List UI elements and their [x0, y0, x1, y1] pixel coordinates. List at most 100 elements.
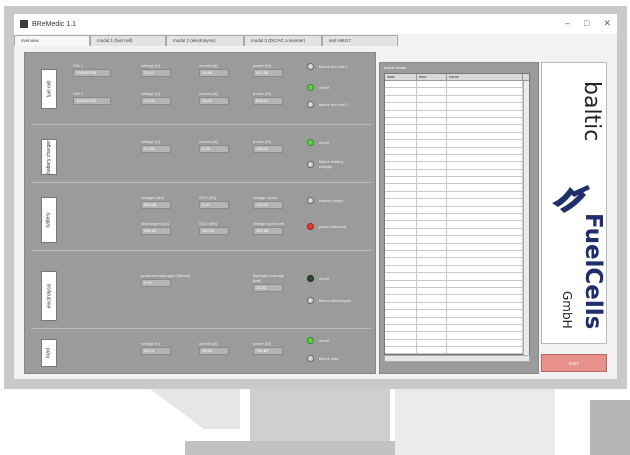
- fc2-current-value: 18,00: [199, 97, 229, 105]
- battery-soc-ah-label: SOC [Ah]: [199, 195, 216, 200]
- sn1-value: 100269759: [73, 69, 111, 77]
- minimize-button[interactable]: –: [565, 18, 570, 29]
- event-cell: [417, 317, 447, 324]
- event-row[interactable]: [385, 117, 529, 126]
- battery-soc-wh-label: SOC [Wh]: [199, 221, 218, 226]
- event-row[interactable]: [385, 110, 529, 118]
- column-date[interactable]: date: [385, 74, 417, 80]
- battery-cycles-left: charge cycles left 187,00: [253, 221, 284, 235]
- event-row[interactable]: [385, 132, 529, 141]
- event-table-horizontal-scrollbar[interactable]: [384, 355, 530, 362]
- event-cell: [385, 95, 417, 103]
- event-cell: [385, 317, 417, 324]
- battery-discharged-label: discharged [Ah]: [141, 221, 169, 226]
- section-battery: battery charged [Ah] 560,48 SOC [Ah] 4,2…: [31, 191, 371, 251]
- indicator-power-blackout: power blackout: [307, 223, 349, 230]
- event-row[interactable]: [385, 339, 529, 348]
- label-battery-empty: battery empty: [319, 198, 344, 203]
- overview-panel: fuel cell S/N 1 100269759 voltage [V] 26…: [24, 52, 376, 374]
- event-row[interactable]: [385, 258, 529, 266]
- tab-test-hmi[interactable]: test HMI17: [322, 35, 398, 46]
- electrolysis-h2-label: produced hydrogen [Nl/min]: [141, 273, 191, 278]
- event-row[interactable]: [385, 324, 529, 333]
- fc1-voltage: voltage [V] 26,41: [141, 63, 171, 77]
- fc1-power-value: 511,39: [253, 69, 283, 77]
- battery-cycles-left-value: 187,00: [253, 227, 283, 235]
- tab-modul-3[interactable]: modul 3 (DC/AC converter): [244, 35, 322, 46]
- event-row[interactable]: [385, 302, 529, 311]
- event-row[interactable]: [385, 310, 529, 318]
- event-viewer: event viewer date time name: [379, 62, 539, 374]
- event-cell: [417, 154, 447, 162]
- led-failure-load: [307, 355, 314, 362]
- event-cell: [385, 332, 417, 339]
- charger-power-value: 168,34: [253, 145, 283, 153]
- event-row[interactable]: [385, 317, 529, 325]
- event-row[interactable]: [385, 295, 529, 303]
- battery-cycles-label: charge cycles: [253, 195, 278, 200]
- event-row[interactable]: [385, 103, 529, 111]
- event-row[interactable]: [385, 199, 529, 207]
- event-row[interactable]: [385, 206, 529, 215]
- column-time[interactable]: time: [417, 74, 447, 80]
- event-table[interactable]: date time name: [384, 73, 530, 356]
- event-cell: [417, 206, 447, 214]
- event-row[interactable]: [385, 347, 529, 355]
- led-power-blackout: [307, 223, 314, 230]
- event-row[interactable]: [385, 177, 529, 185]
- event-row[interactable]: [385, 184, 529, 192]
- tab-overview[interactable]: overview: [14, 35, 90, 46]
- event-cell: [447, 206, 523, 214]
- event-table-vertical-scrollbar[interactable]: [523, 81, 529, 356]
- tab-modul-1[interactable]: modul 1 (fuel cell): [90, 35, 166, 46]
- event-row[interactable]: [385, 162, 529, 170]
- event-row[interactable]: [385, 265, 529, 274]
- monitor-stand-side: [395, 389, 555, 455]
- event-cell: [417, 214, 447, 221]
- event-row[interactable]: [385, 140, 529, 148]
- battery-cycles-left-label: charge cycles left: [253, 221, 284, 226]
- event-cell: [385, 110, 417, 117]
- event-cell: [385, 103, 417, 110]
- electrolysis-h2-value: 0,00: [141, 279, 171, 287]
- event-row[interactable]: [385, 280, 529, 288]
- event-row[interactable]: [385, 147, 529, 155]
- event-cell: [417, 125, 447, 132]
- maximize-button[interactable]: □: [584, 18, 589, 29]
- event-cell: [385, 228, 417, 236]
- event-row[interactable]: [385, 250, 529, 259]
- fc1-power-label: power [W]: [253, 63, 272, 68]
- event-row[interactable]: [385, 191, 529, 200]
- fc1-voltage-label: voltage [V]: [141, 63, 160, 68]
- tab-modul-2[interactable]: modul 2 (electrolysis): [166, 35, 244, 46]
- label-onoff-charger: on/off: [319, 140, 329, 145]
- event-row[interactable]: [385, 243, 529, 251]
- indicator-failure-load: failure load: [307, 355, 343, 362]
- event-row[interactable]: [385, 221, 529, 229]
- event-row[interactable]: [385, 273, 529, 281]
- battery-cycles-value: 112,00: [253, 201, 283, 209]
- section-label-battery-charger: battery charger: [41, 139, 57, 175]
- charger-current-value: 6,16: [199, 145, 229, 153]
- event-row[interactable]: [385, 236, 529, 244]
- battery-charged-label: charged [Ah]: [141, 195, 164, 200]
- event-row[interactable]: [385, 214, 529, 222]
- event-cell: [385, 132, 417, 140]
- event-row[interactable]: [385, 125, 529, 133]
- event-row[interactable]: [385, 154, 529, 163]
- column-name[interactable]: name: [447, 74, 523, 80]
- event-cell: [385, 265, 417, 273]
- event-cell: [417, 302, 447, 310]
- event-row[interactable]: [385, 332, 529, 340]
- event-row[interactable]: [385, 287, 529, 296]
- event-cell: [417, 132, 447, 140]
- event-row[interactable]: [385, 81, 529, 89]
- event-row[interactable]: [385, 228, 529, 237]
- exit-button[interactable]: EXIT: [541, 354, 607, 372]
- event-row[interactable]: [385, 169, 529, 178]
- event-cell: [385, 250, 417, 258]
- event-cell: [447, 339, 523, 347]
- close-button[interactable]: ✕: [603, 18, 611, 29]
- event-row[interactable]: [385, 88, 529, 96]
- event-row[interactable]: [385, 95, 529, 104]
